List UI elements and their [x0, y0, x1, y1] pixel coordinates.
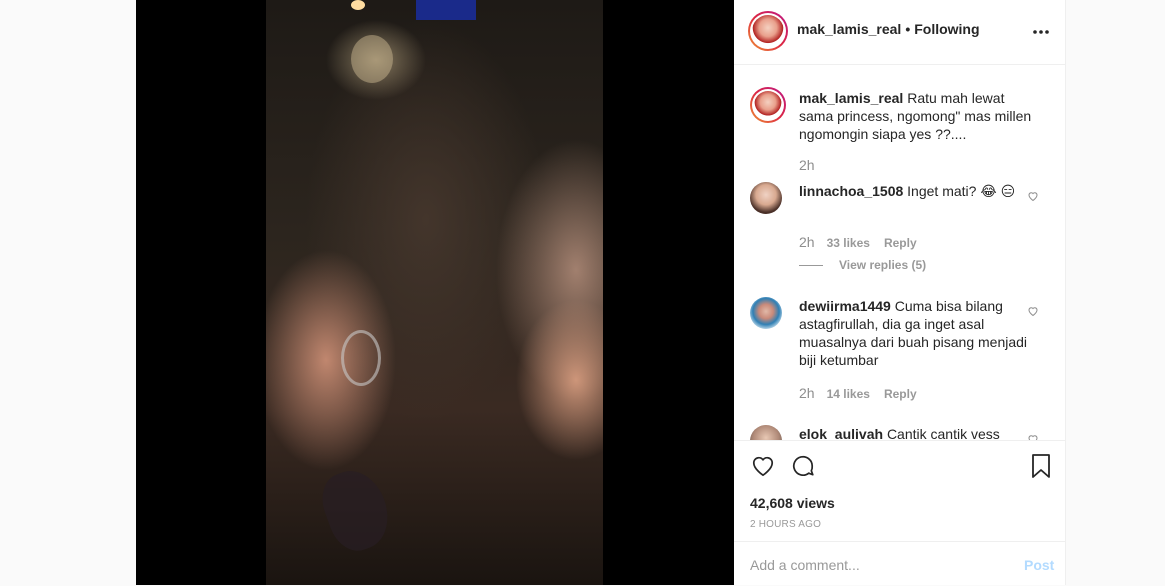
background-screen — [416, 0, 476, 20]
comment-likes[interactable]: 33 likes — [827, 236, 870, 250]
comment-meta: 2h 33 likes Reply — [799, 234, 917, 250]
comment-avatar[interactable] — [750, 182, 782, 214]
comment-likes[interactable]: 14 likes — [827, 387, 870, 401]
comment-input[interactable]: Add a comment... — [750, 557, 860, 573]
comment-item: linnachoa_1508 Inget mati? 😂 😑 2h 33 like… — [750, 182, 1050, 277]
comment-time[interactable]: 2h — [799, 234, 815, 250]
caption-meta: 2h — [799, 157, 827, 173]
post-header: mak_lamis_real • Following — [734, 0, 1065, 65]
separator-dot: • — [905, 21, 911, 37]
comment-text: Cantik cantik vess — [886, 426, 1000, 440]
ceiling-light — [351, 0, 365, 10]
post-media — [136, 0, 734, 585]
caption-avatar[interactable] — [750, 87, 786, 123]
reply-button[interactable]: Reply — [884, 387, 917, 401]
comment-item: dewiirma1449 Cuma bisa bilang astagfirul… — [750, 297, 1050, 407]
more-options-icon[interactable] — [1032, 18, 1050, 38]
lamp-glow — [351, 35, 393, 83]
replies-line — [799, 265, 823, 267]
view-count[interactable]: 42,608 views — [750, 495, 835, 511]
caption: mak_lamis_real Ratu mah lewat sama princ… — [750, 87, 1050, 177]
comment-body: linnachoa_1508 Inget mati? 😂 😑 — [799, 182, 1034, 200]
comment-username[interactable]: elok_aulivah — [799, 426, 883, 440]
comment-username[interactable]: dewiirma1449 — [799, 298, 891, 314]
comment-avatar[interactable] — [750, 425, 782, 440]
post-sidebar: mak_lamis_real • Following mak_lamis_real … — [734, 0, 1065, 585]
comment-body: elok_aulivah Cantik cantik vess — [799, 425, 1034, 440]
comment-meta: 2h 14 likes Reply — [799, 385, 917, 401]
comment-text: Inget mati? 😂 😑 — [907, 183, 1016, 199]
like-comment-icon[interactable] — [1027, 305, 1039, 320]
avatar[interactable] — [748, 11, 788, 51]
like-comment-icon[interactable] — [1027, 190, 1039, 205]
comment-body: dewiirma1449 Cuma bisa bilang astagfirul… — [799, 297, 1034, 369]
view-replies-label: View replies (5) — [839, 258, 927, 272]
post-actions: 42,608 views 2 HOURS AGO — [734, 440, 1065, 541]
add-comment-bar: Add a comment... Post — [734, 541, 1065, 586]
caption-time[interactable]: 2h — [799, 157, 815, 173]
comment-icon[interactable] — [790, 453, 816, 484]
caption-username[interactable]: mak_lamis_real — [799, 90, 903, 106]
bookmark-icon[interactable] — [1029, 453, 1053, 484]
header-user: mak_lamis_real • Following — [797, 21, 980, 37]
comments-list[interactable]: mak_lamis_real Ratu mah lewat sama princ… — [734, 65, 1065, 440]
earring — [341, 330, 381, 386]
comment-item: elok_aulivah Cantik cantik vess — [750, 425, 1050, 440]
post-dialog: mak_lamis_real • Following mak_lamis_real … — [136, 0, 1066, 585]
header-username[interactable]: mak_lamis_real — [797, 21, 901, 37]
comment-avatar[interactable] — [750, 297, 782, 329]
caption-body: mak_lamis_real Ratu mah lewat sama princ… — [799, 89, 1034, 143]
comment-username[interactable]: linnachoa_1508 — [799, 183, 903, 199]
following-button[interactable]: Following — [914, 21, 979, 37]
video-player[interactable] — [266, 0, 603, 585]
view-replies-button[interactable]: View replies (5) — [799, 258, 926, 272]
post-timestamp[interactable]: 2 HOURS AGO — [750, 519, 821, 530]
reply-button[interactable]: Reply — [884, 236, 917, 250]
like-comment-icon[interactable] — [1027, 433, 1039, 440]
post-button[interactable]: Post — [1024, 557, 1054, 573]
heart-icon[interactable] — [750, 453, 776, 484]
tattoo — [314, 462, 398, 558]
comment-time[interactable]: 2h — [799, 385, 815, 401]
